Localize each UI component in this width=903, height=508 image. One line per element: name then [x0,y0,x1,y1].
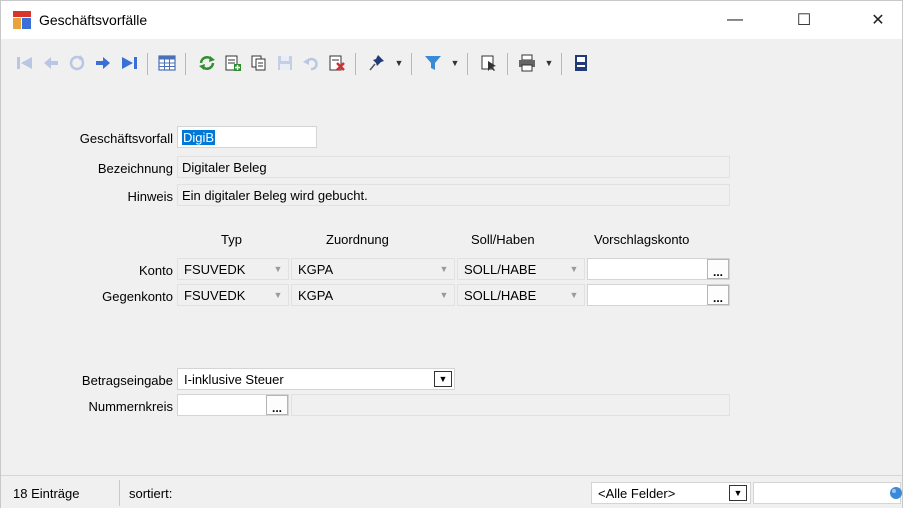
nummernkreis-description-field [291,394,730,416]
betragseingabe-combo[interactable]: I-inklusive Steuer ▼ [177,368,455,390]
konto-zuordnung-combo[interactable]: KGPA ▼ [291,258,455,280]
header-zuordnung: Zuordnung [326,232,389,247]
gegenkonto-label: Gegenkonto [102,289,173,304]
geschaeftsvorfall-label: Geschäftsvorfall [79,131,173,146]
header-soll-haben: Soll/Haben [471,232,535,247]
gegenkonto-soll-haben-combo[interactable]: SOLL/HABE ▼ [457,284,585,306]
gegenkonto-typ-value: FSUVEDK [184,288,246,303]
konto-zuordnung-value: KGPA [298,262,334,277]
pin-icon[interactable] [365,51,389,75]
gegenkonto-soll-haben-value: SOLL/HABE [464,288,537,303]
toolbar-separator [411,53,412,75]
print-icon[interactable] [515,51,539,75]
field-filter-combo[interactable]: <Alle Felder> ▼ [591,482,751,504]
pin-dropdown-arrow[interactable]: ▼ [393,53,405,73]
bezeichnung-label: Bezeichnung [97,161,173,176]
header-vorschlagskonto: Vorschlagskonto [594,232,690,247]
app-icon [13,11,31,29]
window: Geschäftsvorfälle — ☐ ✕ ▼ ▼ ▼ Geschäftsv… [0,0,903,508]
new-record-icon[interactable] [221,51,245,75]
detail-form: Geschäftsvorfall DigiB Bezeichnung Digit… [1,85,902,475]
toolbar-separator [185,53,186,75]
print-dropdown-arrow[interactable]: ▼ [543,53,555,73]
toolbar-separator [355,53,356,75]
konto-label: Konto [139,263,173,278]
select-cursor-icon[interactable] [477,51,501,75]
maximize-button[interactable]: ☐ [781,1,827,39]
gegenkonto-zuordnung-value: KGPA [298,288,334,303]
delete-icon[interactable] [325,51,349,75]
hinweis-label: Hinweis [127,189,173,204]
reload-icon[interactable] [65,51,89,75]
export-icon[interactable] [569,51,593,75]
gegenkonto-typ-combo[interactable]: FSUVEDK ▼ [177,284,289,306]
toolbar-separator [467,53,468,75]
sort-status: sortiert: [129,486,173,501]
toolbar-separator [507,53,508,75]
refresh-icon[interactable] [195,51,219,75]
betragseingabe-label: Betragseingabe [81,373,173,388]
last-record-icon[interactable] [117,51,141,75]
konto-soll-haben-value: SOLL/HABE [464,262,537,277]
first-record-icon[interactable] [13,51,37,75]
search-input[interactable] [753,482,902,504]
field-filter-value: <Alle Felder> [598,486,676,501]
save-icon[interactable] [273,51,297,75]
gegenkonto-vorschlagskonto-lookup-button[interactable]: ... [707,285,729,305]
chevron-down-icon: ▼ [273,290,283,300]
search-globe-icon[interactable] [888,486,902,500]
table-view-icon[interactable] [155,51,179,75]
konto-typ-combo[interactable]: FSUVEDK ▼ [177,258,289,280]
title-bar: Geschäftsvorfälle — ☐ ✕ [1,1,902,39]
konto-vorschlagskonto-lookup-button[interactable]: ... [707,259,729,279]
copy-record-icon[interactable] [247,51,271,75]
toolbar: ▼ ▼ ▼ [1,41,902,85]
geschaeftsvorfall-value: DigiB [182,130,216,145]
toolbar-separator [561,53,562,75]
konto-typ-value: FSUVEDK [184,262,246,277]
chevron-down-icon: ▼ [273,264,283,274]
gegenkonto-zuordnung-combo[interactable]: KGPA ▼ [291,284,455,306]
window-title: Geschäftsvorfälle [39,12,148,28]
geschaeftsvorfall-field[interactable]: DigiB [177,126,317,148]
chevron-down-icon: ▼ [569,264,579,274]
bezeichnung-field[interactable]: Digitaler Beleg [177,156,730,178]
nummernkreis-label: Nummernkreis [88,399,173,414]
status-separator [119,480,120,506]
chevron-down-icon: ▼ [569,290,579,300]
next-record-icon[interactable] [91,51,115,75]
hinweis-field[interactable]: Ein digitaler Beleg wird gebucht. [177,184,730,206]
betragseingabe-value: I-inklusive Steuer [184,372,284,387]
chevron-down-icon[interactable]: ▼ [434,371,452,387]
minimize-button[interactable]: — [712,1,758,39]
status-bar: 18 Einträge sortiert: <Alle Felder> ▼ [1,475,902,508]
chevron-down-icon: ▼ [439,264,449,274]
chevron-down-icon: ▼ [439,290,449,300]
undo-icon[interactable] [299,51,323,75]
close-button[interactable]: ✕ [855,1,901,39]
filter-dropdown-arrow[interactable]: ▼ [449,53,461,73]
header-typ: Typ [221,232,242,247]
filter-icon[interactable] [421,51,445,75]
konto-soll-haben-combo[interactable]: SOLL/HABE ▼ [457,258,585,280]
chevron-down-icon[interactable]: ▼ [729,485,747,501]
nummernkreis-lookup-button[interactable]: ... [266,395,288,415]
previous-record-icon[interactable] [39,51,63,75]
entry-count: 18 Einträge [13,486,80,501]
toolbar-separator [147,53,148,75]
